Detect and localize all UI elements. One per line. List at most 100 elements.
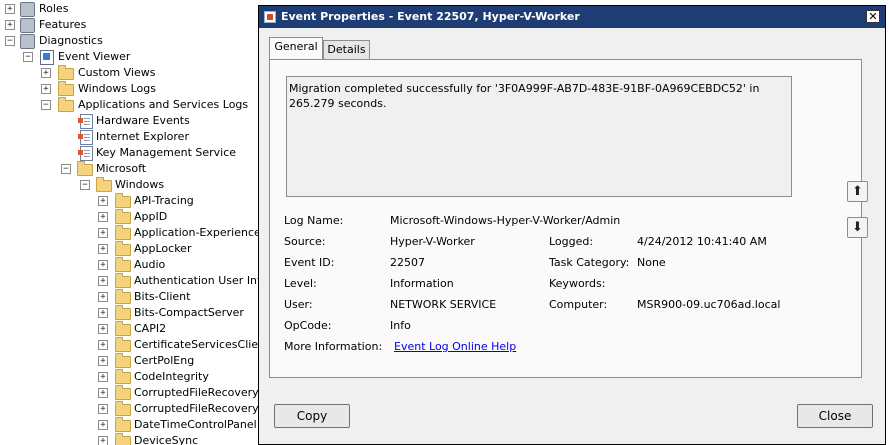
expand-icon[interactable]: + bbox=[98, 340, 108, 350]
tree-label: Custom Views bbox=[78, 66, 156, 79]
tree-label: Windows Logs bbox=[78, 82, 156, 95]
tree-label: Key Management Service bbox=[96, 146, 237, 159]
log-icon bbox=[78, 130, 93, 145]
collapse-icon[interactable]: − bbox=[23, 52, 33, 62]
event-log-icon bbox=[264, 11, 276, 23]
expand-icon[interactable]: + bbox=[98, 324, 108, 334]
next-event-button[interactable]: ⬇ bbox=[847, 217, 868, 238]
tree-label: API-Tracing bbox=[134, 194, 194, 207]
user-label: User: bbox=[284, 298, 313, 311]
expand-icon[interactable]: + bbox=[98, 212, 108, 222]
user-value: NETWORK SERVICE bbox=[390, 298, 497, 311]
folder-icon bbox=[115, 289, 131, 304]
computer-label: Computer: bbox=[549, 298, 608, 311]
expand-icon[interactable]: + bbox=[5, 4, 15, 14]
folder-icon bbox=[58, 65, 74, 80]
gear-icon bbox=[20, 34, 35, 49]
level-value: Information bbox=[390, 277, 454, 290]
event-viewer-icon bbox=[40, 50, 54, 65]
log-name-label: Log Name: bbox=[284, 214, 344, 227]
computer-value: MSR900-09.uc706ad.local bbox=[637, 298, 781, 311]
tree-label: Bits-Client bbox=[134, 290, 191, 303]
expand-icon[interactable]: + bbox=[98, 356, 108, 366]
tree-label: Roles bbox=[39, 2, 69, 15]
expand-icon[interactable]: + bbox=[41, 84, 51, 94]
more-info-label: More Information: bbox=[284, 340, 383, 353]
expand-icon[interactable]: + bbox=[98, 404, 108, 414]
folder-icon bbox=[115, 209, 131, 224]
task-category-label: Task Category: bbox=[549, 256, 630, 269]
collapse-icon[interactable]: − bbox=[41, 100, 51, 110]
keywords-label: Keywords: bbox=[549, 277, 606, 290]
expand-icon[interactable]: + bbox=[98, 260, 108, 270]
expand-icon[interactable]: + bbox=[41, 68, 51, 78]
folder-icon bbox=[115, 241, 131, 256]
tree-label: DateTimeControlPanel bbox=[134, 418, 257, 431]
tree-label: Bits-CompactServer bbox=[134, 306, 244, 319]
collapse-icon[interactable]: − bbox=[80, 180, 90, 190]
gear-icon bbox=[20, 18, 35, 33]
logged-value: 4/24/2012 10:41:40 AM bbox=[637, 235, 767, 248]
tab-details[interactable]: Details bbox=[323, 40, 370, 59]
folder-icon bbox=[58, 81, 74, 96]
collapse-icon[interactable]: − bbox=[5, 36, 15, 46]
expand-icon[interactable]: + bbox=[98, 244, 108, 254]
event-description[interactable]: Migration completed successfully for '3F… bbox=[286, 76, 792, 197]
tree-label: Internet Explorer bbox=[96, 130, 189, 143]
tree-label: Audio bbox=[134, 258, 166, 271]
expand-icon[interactable]: + bbox=[98, 420, 108, 430]
event-properties-dialog: Event Properties - Event 22507, Hyper-V-… bbox=[258, 5, 886, 445]
tree-label: CodeIntegrity bbox=[134, 370, 209, 383]
close-button[interactable]: Close bbox=[797, 404, 873, 428]
folder-icon bbox=[115, 225, 131, 240]
expand-icon[interactable]: + bbox=[98, 372, 108, 382]
tree-label: CorruptedFileRecovery-S bbox=[134, 402, 270, 415]
folder-icon bbox=[77, 161, 93, 176]
folder-icon bbox=[115, 385, 131, 400]
log-name-value: Microsoft-Windows-Hyper-V-Worker/Admin bbox=[390, 214, 621, 227]
gear-icon bbox=[20, 2, 35, 17]
general-tab-panel: Migration completed successfully for '3F… bbox=[269, 59, 862, 378]
folder-icon bbox=[115, 273, 131, 288]
opcode-value: Info bbox=[390, 319, 411, 332]
folder-icon bbox=[115, 305, 131, 320]
tab-general[interactable]: General bbox=[269, 37, 323, 59]
tree-label: Hardware Events bbox=[96, 114, 190, 127]
down-arrow-icon: ⬇ bbox=[852, 220, 863, 235]
close-icon[interactable]: ✕ bbox=[866, 10, 880, 23]
event-id-value: 22507 bbox=[390, 256, 425, 269]
event-log-online-help-link[interactable]: Event Log Online Help bbox=[394, 340, 516, 354]
dialog-titlebar[interactable]: Event Properties - Event 22507, Hyper-V-… bbox=[259, 6, 885, 28]
expand-icon[interactable]: + bbox=[5, 20, 15, 30]
folder-icon bbox=[115, 433, 131, 445]
expand-icon[interactable]: + bbox=[98, 388, 108, 398]
dialog-title: Event Properties - Event 22507, Hyper-V-… bbox=[281, 10, 580, 23]
folder-icon bbox=[115, 257, 131, 272]
expand-icon[interactable]: + bbox=[98, 292, 108, 302]
expand-icon[interactable]: + bbox=[98, 196, 108, 206]
folder-icon bbox=[96, 177, 112, 192]
previous-event-button[interactable]: ⬆ bbox=[847, 181, 868, 202]
tree-label: Microsoft bbox=[96, 162, 147, 175]
tree-label: Diagnostics bbox=[39, 34, 103, 47]
tree-label: Authentication User Inter bbox=[134, 274, 273, 287]
expand-icon[interactable]: + bbox=[98, 308, 108, 318]
copy-button[interactable]: Copy bbox=[274, 404, 350, 428]
task-category-value: None bbox=[637, 256, 666, 269]
folder-icon bbox=[115, 353, 131, 368]
tree-label: Features bbox=[39, 18, 87, 31]
folder-icon bbox=[115, 193, 131, 208]
source-value: Hyper-V-Worker bbox=[390, 235, 475, 248]
expand-icon[interactable]: + bbox=[98, 436, 108, 445]
log-icon bbox=[78, 146, 93, 161]
folder-icon bbox=[115, 337, 131, 352]
log-icon bbox=[78, 114, 93, 129]
expand-icon[interactable]: + bbox=[98, 276, 108, 286]
navigation-tree: + Roles + Features − Diagnostics − Event… bbox=[0, 0, 300, 445]
event-id-label: Event ID: bbox=[284, 256, 335, 269]
collapse-icon[interactable]: − bbox=[61, 164, 71, 174]
folder-icon bbox=[115, 321, 131, 336]
tree-label: AppLocker bbox=[134, 242, 192, 255]
tree-label: Windows bbox=[115, 178, 165, 191]
expand-icon[interactable]: + bbox=[98, 228, 108, 238]
